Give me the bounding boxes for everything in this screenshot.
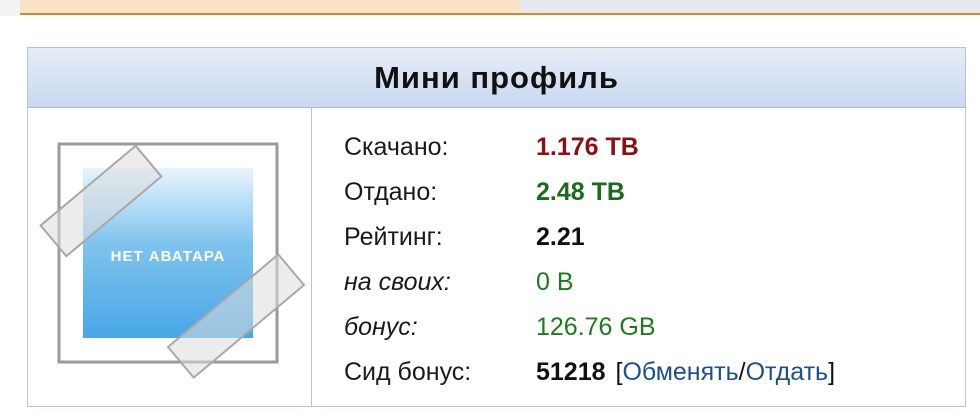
profile-stats: Скачано: 1.176 TB Отдано: 2.48 TB Рейтин… — [344, 125, 835, 395]
stat-row-own: на своих: 0 B — [344, 260, 835, 305]
give-link[interactable]: Отдать — [746, 358, 828, 387]
no-avatar-text: НЕТ АВАТАРА — [111, 248, 226, 265]
exchange-link[interactable]: Обменять — [622, 358, 738, 387]
downloaded-label: Скачано: — [344, 133, 449, 161]
seed-bonus-label: Сид бонус: — [344, 358, 472, 386]
stat-row-uploaded: Отдано: 2.48 TB — [344, 170, 835, 215]
stat-row-downloaded: Скачано: 1.176 TB — [344, 125, 835, 170]
stat-row-bonus: бонус: 126.76 GB — [344, 305, 835, 350]
bonus-label: бонус: — [344, 313, 418, 341]
stat-row-seed-bonus: Сид бонус: 51218 [ Обменять / Отдать ] — [344, 350, 835, 395]
uploaded-value: 2.48 TB — [536, 178, 625, 206]
panel-title: Мини профиль — [374, 59, 619, 95]
seed-bonus-value: 51218 — [536, 358, 606, 386]
stat-row-rating: Рейтинг: 2.21 — [344, 215, 835, 260]
link-separator: / — [738, 358, 746, 386]
panel-header: Мини профиль — [28, 48, 965, 108]
bracket-close: ] — [828, 358, 836, 386]
uploaded-label: Отдано: — [344, 178, 438, 206]
top-bar-right — [520, 0, 980, 13]
mini-profile-panel: Мини профиль НЕТ АВАТАРА Скачано: 1.176 … — [27, 47, 966, 407]
no-avatar-image: НЕТ АВАТАРА — [39, 142, 306, 380]
rating-label: Рейтинг: — [344, 223, 443, 251]
bonus-value: 126.76 GB — [536, 313, 656, 341]
avatar-cell: НЕТ АВАТАРА — [28, 108, 312, 406]
rating-value: 2.21 — [536, 223, 585, 251]
downloaded-value: 1.176 TB — [536, 133, 639, 161]
bracket-open: [ — [615, 358, 623, 386]
own-label: на своих: — [344, 268, 451, 296]
own-value: 0 B — [536, 268, 574, 296]
